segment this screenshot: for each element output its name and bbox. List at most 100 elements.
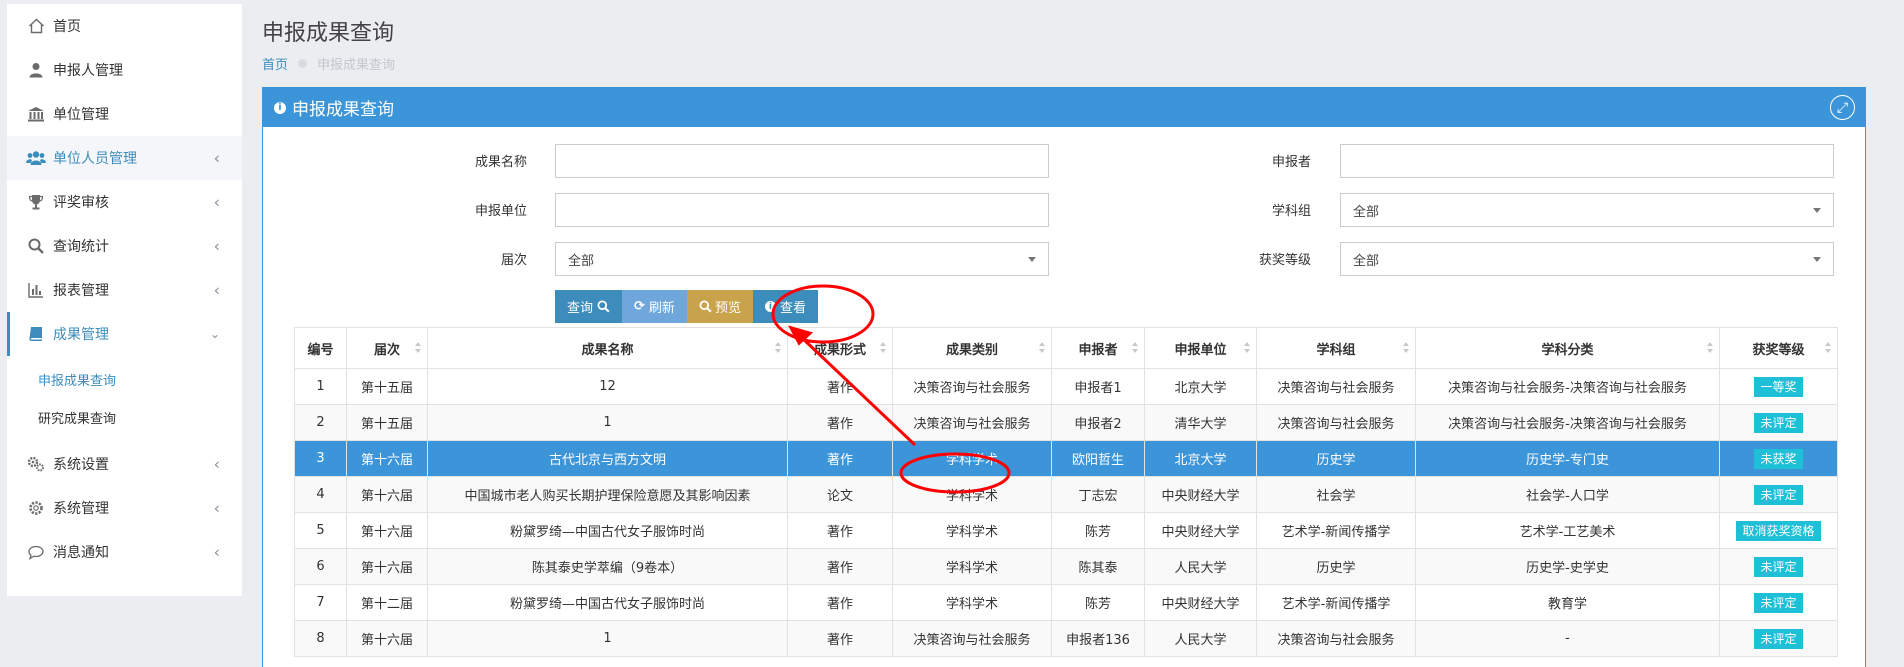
sort-icon bbox=[880, 342, 886, 354]
award-label: 获奖等级 bbox=[1258, 253, 1311, 268]
chevron-left-icon: ‹ bbox=[213, 236, 220, 256]
table-row[interactable]: 6 第十六届 陈其泰史学萃编（9卷本） 著作 学科学术 陈其泰 人民大学 历史学 历史学-史学史… bbox=[294, 548, 1838, 585]
sidebar-item-label: 报表管理 bbox=[53, 283, 109, 299]
cell-form: 著作 bbox=[787, 620, 893, 657]
table-row[interactable]: 2 第十五届 1 著作 决策咨询与社会服务 申报者2 清华大学 决策咨询与社会服务 决策咨询与社… bbox=[294, 404, 1838, 441]
table-row[interactable]: 4 第十六届 中国城市老人购买长期护理保险意愿及其影响因素 论文 学科学术 丁志宏 中央财经… bbox=[294, 476, 1838, 513]
table-row[interactable]: 5 第十六届 粉黛罗绮—中国古代女子服饰时尚 著作 学科学术 陈芳 中央财经大学 艺术学-新闻… bbox=[294, 512, 1838, 549]
group-select[interactable]: 全部 bbox=[1340, 193, 1834, 227]
sidebar-item-home[interactable]: 首页 bbox=[7, 4, 242, 48]
session-label: 届次 bbox=[500, 253, 527, 268]
query-button[interactable]: 查询 bbox=[555, 290, 623, 323]
award-badge: 未评定 bbox=[1754, 412, 1803, 433]
table-row[interactable]: 3 第十六届 古代北京与西方文明 著作 学科学术 欧阳哲生 北京大学 历史学 历史学-专门史 未获… bbox=[294, 440, 1838, 477]
sidebar-subitem-research-query[interactable]: 研究成果查询 bbox=[7, 398, 242, 436]
sidebar-item-label: 首页 bbox=[53, 19, 81, 35]
column-header-form[interactable]: 成果形式 bbox=[787, 327, 893, 369]
column-header-unit[interactable]: 申报单位 bbox=[1144, 327, 1257, 369]
refresh-icon: ⟳ bbox=[634, 299, 645, 314]
gears-icon bbox=[25, 454, 47, 474]
award-select[interactable]: 全部 bbox=[1340, 242, 1834, 276]
preview-button-label: 预览 bbox=[714, 301, 741, 316]
refresh-button[interactable]: ⟳ 刷新 bbox=[622, 290, 687, 323]
cell-applicant: 陈芳 bbox=[1051, 512, 1145, 549]
refresh-button-label: 刷新 bbox=[648, 301, 675, 316]
results-table: 编号 届次 成果名称 成果形式 成果类别 申报者 申报单位 学科组 学科分类 获… bbox=[294, 327, 1838, 657]
institution-icon bbox=[25, 104, 47, 124]
table-header-row: 编号 届次 成果名称 成果形式 成果类别 申报者 申报单位 学科组 学科分类 获… bbox=[294, 327, 1838, 369]
preview-button[interactable]: 预览 bbox=[686, 290, 753, 323]
award-badge: 取消获奖资格 bbox=[1736, 520, 1821, 541]
applicant-input[interactable] bbox=[1340, 144, 1834, 178]
expand-icon[interactable]: ⤢ bbox=[1830, 95, 1855, 120]
name-input[interactable] bbox=[555, 144, 1049, 178]
sidebar-item-label: 评奖审核 bbox=[53, 195, 109, 211]
column-header-name[interactable]: 成果名称 bbox=[427, 327, 788, 369]
cell-unit: 北京大学 bbox=[1144, 440, 1257, 477]
column-header-category[interactable]: 成果类别 bbox=[892, 327, 1052, 369]
column-header-session[interactable]: 届次 bbox=[346, 327, 428, 369]
cell-applicant: 丁志宏 bbox=[1051, 476, 1145, 513]
sidebar-item-achievements[interactable]: 成果管理 ⌄ bbox=[7, 312, 242, 356]
page-title: 申报成果查询 bbox=[262, 21, 395, 46]
cell-id: 7 bbox=[294, 584, 347, 621]
award-badge: 未评定 bbox=[1754, 484, 1803, 505]
sidebar-item-applicant[interactable]: 申报人管理 bbox=[7, 48, 242, 92]
home-icon bbox=[25, 16, 47, 36]
cell-unit: 北京大学 bbox=[1144, 368, 1257, 405]
action-buttons: 查询 ⟳ 刷新 预览 i 查看 bbox=[555, 290, 818, 323]
cell-award: 未评定 bbox=[1719, 548, 1838, 585]
cell-unit: 中央财经大学 bbox=[1144, 476, 1257, 513]
session-select-value: 全部 bbox=[568, 253, 595, 269]
sidebar-item-system-settings[interactable]: 系统设置 ‹ bbox=[7, 442, 242, 486]
cell-classification: 艺术学-工艺美术 bbox=[1415, 512, 1720, 549]
info-icon: i bbox=[764, 301, 776, 312]
cell-id: 4 bbox=[294, 476, 347, 513]
unit-input[interactable] bbox=[555, 193, 1049, 227]
chevron-left-icon: ‹ bbox=[213, 192, 220, 212]
column-header-group[interactable]: 学科组 bbox=[1256, 327, 1416, 369]
sidebar-item-query-stats[interactable]: 查询统计 ‹ bbox=[7, 224, 242, 268]
table-row[interactable]: 7 第十二届 粉黛罗绮—中国古代女子服饰时尚 著作 学科学术 陈芳 中央财经大学 艺术学-新闻… bbox=[294, 584, 1838, 621]
cell-award: 未评定 bbox=[1719, 404, 1838, 441]
cell-award: 一等奖 bbox=[1719, 368, 1838, 405]
view-button[interactable]: i 查看 bbox=[752, 290, 818, 323]
sort-icon bbox=[1039, 342, 1045, 354]
sidebar-item-system-admin[interactable]: 系统管理 ‹ bbox=[7, 486, 242, 530]
column-header-award[interactable]: 获奖等级 bbox=[1719, 327, 1838, 369]
chevron-left-icon: ‹ bbox=[213, 148, 220, 168]
column-header-classification[interactable]: 学科分类 bbox=[1415, 327, 1720, 369]
cell-classification: 社会学-人口学 bbox=[1415, 476, 1720, 513]
cell-unit: 人民大学 bbox=[1144, 620, 1257, 657]
cell-session: 第十六届 bbox=[346, 620, 428, 657]
sidebar-item-reports[interactable]: 报表管理 ‹ bbox=[7, 268, 242, 312]
cell-form: 著作 bbox=[787, 584, 893, 621]
search-icon bbox=[699, 300, 712, 313]
column-header-id[interactable]: 编号 bbox=[294, 327, 347, 369]
sidebar-item-unit[interactable]: 单位管理 bbox=[7, 92, 242, 136]
cell-name: 12 bbox=[427, 368, 788, 405]
sidebar-item-award-review[interactable]: 评奖审核 ‹ bbox=[7, 180, 242, 224]
cell-name: 粉黛罗绮—中国古代女子服饰时尚 bbox=[427, 584, 788, 621]
cell-name: 古代北京与西方文明 bbox=[427, 440, 788, 477]
cell-group: 决策咨询与社会服务 bbox=[1256, 620, 1416, 657]
cell-category: 学科学术 bbox=[892, 440, 1052, 477]
cell-applicant: 陈芳 bbox=[1051, 584, 1145, 621]
sidebar-item-unit-staff[interactable]: 单位人员管理 ‹ bbox=[7, 136, 242, 180]
cell-name: 陈其泰史学萃编（9卷本） bbox=[427, 548, 788, 585]
trophy-icon bbox=[25, 192, 47, 212]
column-header-applicant[interactable]: 申报者 bbox=[1051, 327, 1145, 369]
sidebar-subitem-declared-query[interactable]: 申报成果查询 bbox=[7, 360, 242, 398]
breadcrumb-home-link[interactable]: 首页 bbox=[262, 54, 288, 73]
table-row[interactable]: 1 第十五届 12 著作 决策咨询与社会服务 申报者1 北京大学 决策咨询与社会服务 决策咨询与… bbox=[294, 368, 1838, 405]
sidebar-item-label: 系统设置 bbox=[53, 457, 109, 473]
award-badge: 未评定 bbox=[1754, 592, 1803, 613]
session-select[interactable]: 全部 bbox=[555, 242, 1049, 276]
sidebar-item-notifications[interactable]: 消息通知 ‹ bbox=[7, 530, 242, 574]
cell-applicant: 陈其泰 bbox=[1051, 548, 1145, 585]
cell-id: 8 bbox=[294, 620, 347, 657]
table-row[interactable]: 8 第十六届 1 著作 决策咨询与社会服务 申报者136 人民大学 决策咨询与社会服务 - 未评定 bbox=[294, 620, 1838, 657]
sidebar-item-label: 查询统计 bbox=[53, 239, 109, 255]
cell-form: 论文 bbox=[787, 476, 893, 513]
award-badge: 未获奖 bbox=[1754, 448, 1803, 469]
